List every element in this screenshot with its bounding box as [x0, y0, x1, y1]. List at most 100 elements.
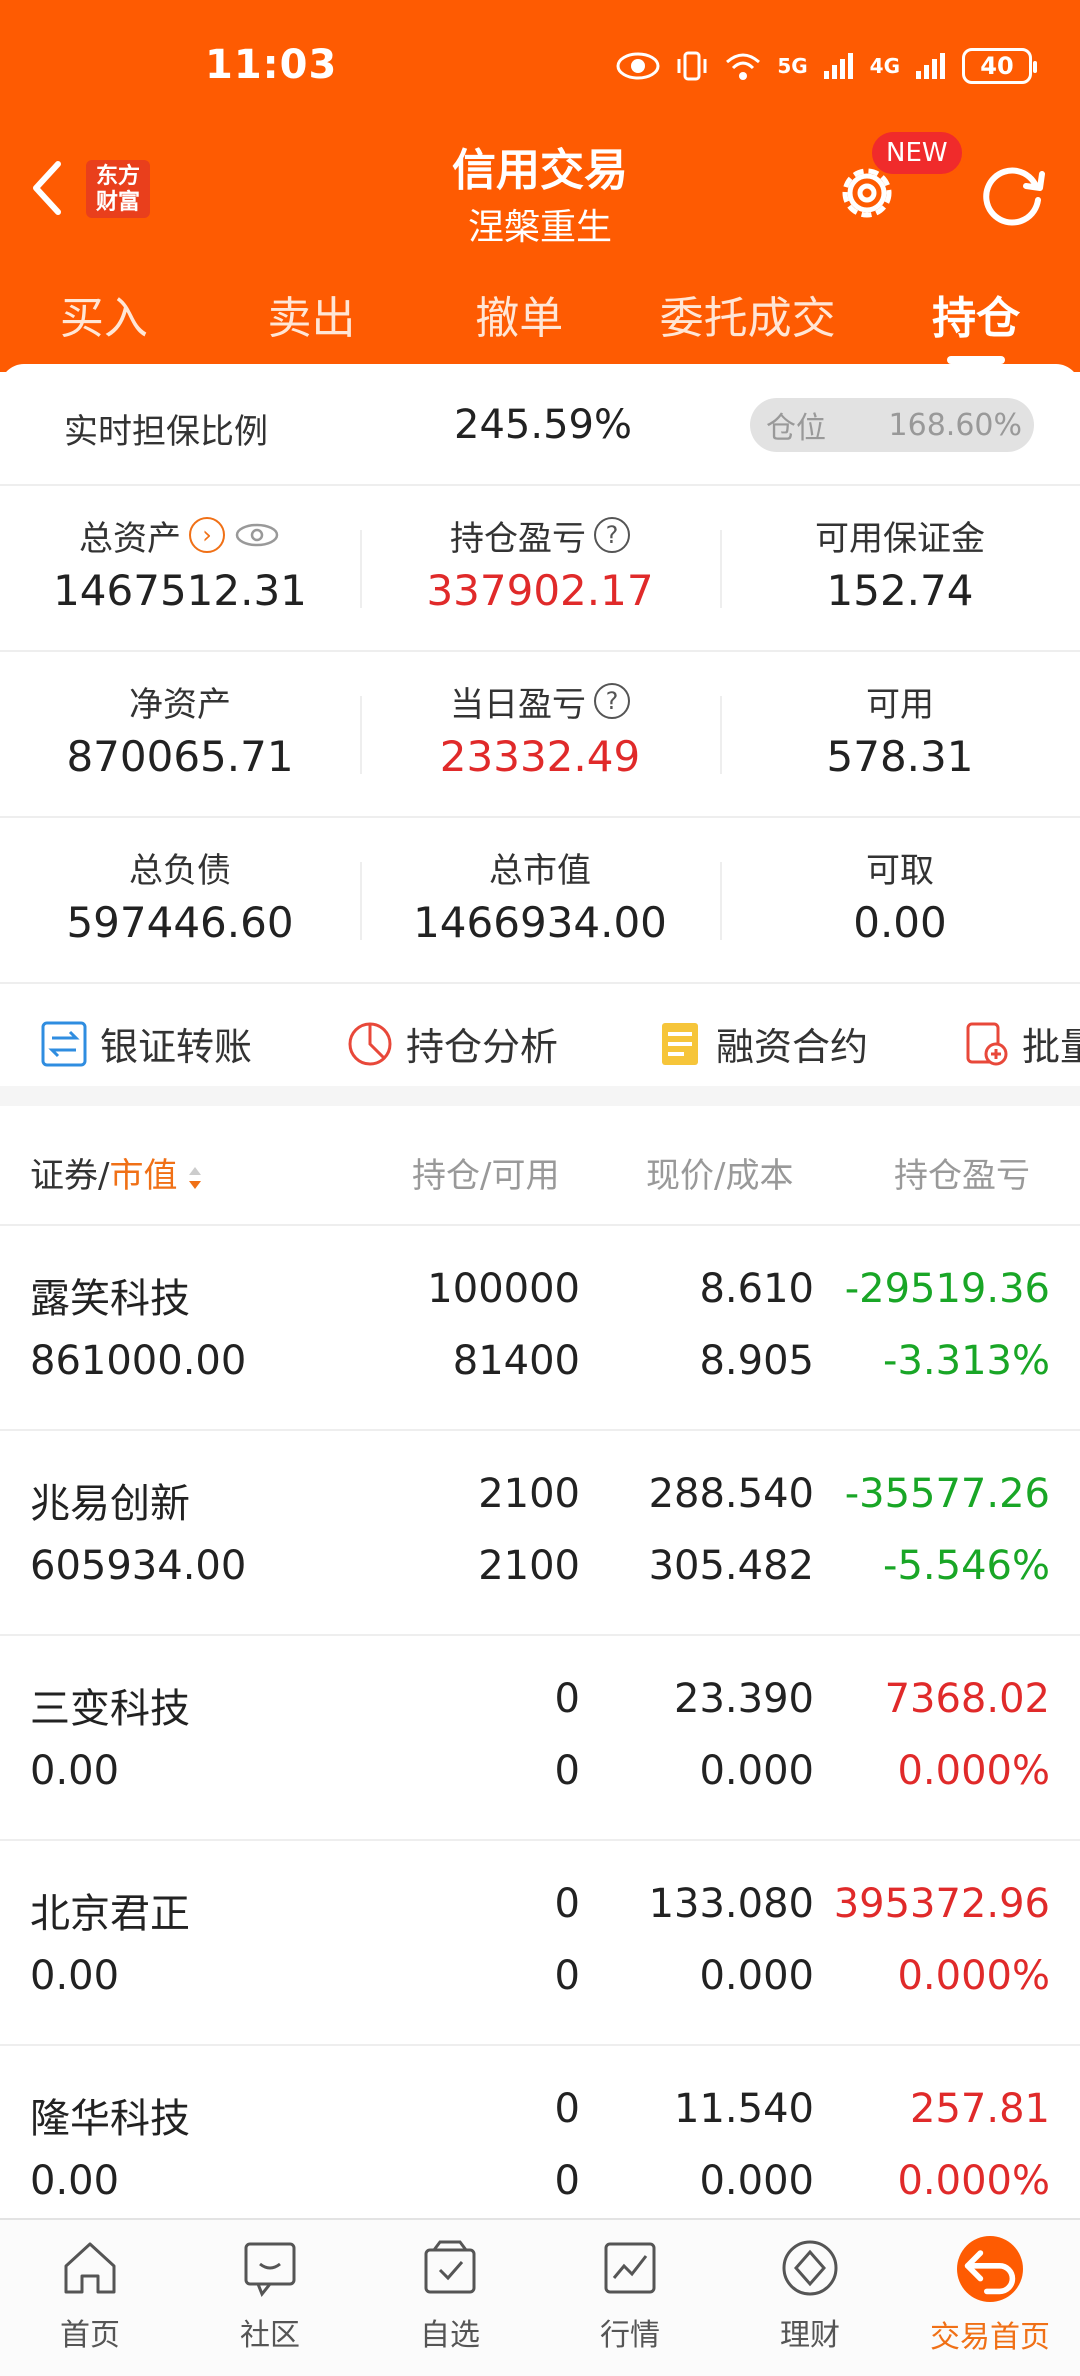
network-5g-label: 5G	[777, 54, 808, 78]
metric-available: 可用 578.31	[720, 652, 1080, 816]
nav-watchlist[interactable]: 自选	[360, 2220, 540, 2376]
nav-market[interactable]: 行情	[540, 2220, 720, 2376]
profit-loss: 257.81	[910, 2086, 1050, 2132]
col-qty-header[interactable]: 持仓/可用	[412, 1148, 559, 1197]
metrics-row-3: 总负债 597446.60 总市值 1466934.00 可取 0.00	[0, 818, 1080, 984]
position-pill: 仓位 168.60%	[750, 398, 1034, 452]
wifi-icon	[726, 53, 761, 80]
margin-value: 152.74	[826, 566, 974, 615]
bank-transfer-label: 银证转账	[100, 1025, 253, 1069]
available-label: 可用	[866, 684, 934, 725]
sort-icon	[189, 1166, 202, 1189]
profit-loss: 7368.02	[884, 1676, 1050, 1722]
col-security-header[interactable]: 证券/市值	[30, 1148, 202, 1197]
total-liab-label: 总负债	[129, 850, 231, 891]
table-row[interactable]: 露笑科技 861000.00 100000 81400 8.610 8.905 …	[0, 1226, 1080, 1431]
account-name: 涅槃重生	[467, 207, 612, 248]
metric-net-assets: 净资产 870065.71	[0, 652, 360, 816]
help-icon[interactable]: ?	[594, 683, 630, 719]
available-value: 578.31	[826, 732, 974, 781]
refresh-icon[interactable]	[976, 158, 1050, 232]
market-value: 861000.00	[30, 1338, 247, 1384]
network-4g-label: 4G	[869, 54, 900, 78]
quick-actions: 银证转账 持仓分析 融资合约 批量	[0, 984, 1080, 1106]
metric-total-liab: 总负债 597446.60	[0, 818, 360, 982]
cost-price: 305.482	[648, 1543, 814, 1589]
col-security-label: 证券	[30, 1156, 98, 1196]
new-badge: NEW	[870, 130, 964, 176]
total-assets-label: 总资产	[79, 518, 181, 559]
table-row[interactable]: 北京君正 0.00 0 0 133.080 0.000 395372.96 0.…	[0, 1841, 1080, 2046]
position-value: 168.60%	[888, 407, 1022, 443]
nav-home[interactable]: 首页	[0, 2220, 180, 2376]
position-label: 仓位	[766, 411, 826, 446]
holding-qty: 2100	[478, 1471, 580, 1517]
available-qty: 0	[554, 1953, 580, 1999]
help-icon[interactable]: ?	[594, 517, 630, 553]
holding-analysis-button[interactable]: 持仓分析	[346, 1016, 558, 1071]
metric-total-mv: 总市值 1466934.00	[360, 818, 720, 982]
batch-button[interactable]: 批量	[962, 1016, 1080, 1071]
col-pl-header[interactable]: 持仓盈亏	[894, 1148, 1030, 1197]
status-icons: 5G 4G 40	[615, 48, 1037, 84]
current-price: 23.390	[674, 1676, 814, 1722]
tab-holdings[interactable]: 持仓	[872, 282, 1080, 364]
nav-community-label: 社区	[240, 2318, 300, 2353]
security-name: 三变科技	[30, 1686, 190, 1732]
available-qty: 0	[554, 2158, 580, 2204]
table-row[interactable]: 三变科技 0.00 0 0 23.390 0.000 7368.02 0.000…	[0, 1636, 1080, 1841]
metric-margin: 可用保证金 152.74	[720, 486, 1080, 650]
eye-toggle-icon[interactable]	[233, 520, 281, 550]
margin-contract-button[interactable]: 融资合约	[656, 1016, 868, 1071]
tab-sell[interactable]: 卖出	[208, 282, 416, 352]
cost-price: 0.000	[699, 1953, 814, 1999]
profit-loss: -35577.26	[844, 1471, 1050, 1517]
signal-icon-2	[916, 53, 945, 79]
chevron-right-circle-icon[interactable]: ›	[189, 517, 225, 553]
nav-wealth[interactable]: 理财	[720, 2220, 900, 2376]
ratio-value: 245.59%	[454, 402, 632, 448]
cost-price: 8.905	[699, 1338, 814, 1384]
metric-withdrawable: 可取 0.00	[720, 818, 1080, 982]
profit-loss: -29519.36	[844, 1266, 1050, 1312]
net-assets-label: 净资产	[129, 684, 231, 725]
tab-active-indicator	[947, 356, 1006, 364]
document-icon	[662, 1022, 698, 1065]
col-price-header[interactable]: 现价/成本	[646, 1148, 793, 1197]
market-value: 605934.00	[30, 1543, 247, 1589]
tab-cancel[interactable]: 撤单	[415, 282, 623, 352]
metric-daily-pl: 当日盈亏 ? 23332.49	[360, 652, 720, 816]
nav-trade-home[interactable]: 交易首页	[900, 2220, 1080, 2376]
tab-holdings-label: 持仓	[932, 293, 1021, 344]
nav-home-label: 首页	[60, 2318, 120, 2353]
profit-loss-pct: -3.313%	[883, 1338, 1050, 1384]
security-name: 兆易创新	[30, 1481, 190, 1527]
current-price: 11.540	[674, 2086, 814, 2132]
trade-tabs: 买入 卖出 撤单 委托成交 持仓	[0, 282, 1080, 364]
total-mv-value: 1466934.00	[413, 898, 667, 947]
cost-price: 0.000	[699, 1748, 814, 1794]
current-price: 133.080	[648, 1881, 814, 1927]
security-name: 隆华科技	[30, 2096, 190, 2142]
bank-transfer-button[interactable]: 银证转账	[40, 1016, 252, 1071]
bottom-navigation: 首页 社区 自选 行情 理财 交易首页	[0, 2218, 1080, 2376]
nav-wealth-label: 理财	[780, 2318, 840, 2353]
table-row[interactable]: 兆易创新 605934.00 2100 2100 288.540 305.482…	[0, 1431, 1080, 1636]
cost-price: 0.000	[699, 2158, 814, 2204]
security-name: 露笑科技	[30, 1276, 190, 1322]
market-value: 0.00	[30, 1748, 120, 1794]
home-icon	[64, 2242, 116, 2294]
nav-community[interactable]: 社区	[180, 2220, 360, 2376]
nav-trade-home-label: 交易首页	[930, 2320, 1050, 2355]
profit-loss: 395372.96	[833, 1881, 1050, 1927]
available-qty: 81400	[452, 1338, 580, 1384]
security-name: 北京君正	[30, 1891, 190, 1937]
pie-chart-icon	[348, 1022, 392, 1065]
available-qty: 2100	[478, 1543, 580, 1589]
tab-buy[interactable]: 买入	[0, 282, 208, 352]
market-chart-icon	[604, 2242, 656, 2294]
batch-icon	[966, 1022, 1008, 1065]
tab-orders[interactable]: 委托成交	[623, 282, 872, 352]
holdings-table-header: 证券/市值 持仓/可用 现价/成本 持仓盈亏	[0, 1106, 1080, 1226]
daily-pl-value: 23332.49	[439, 732, 641, 781]
